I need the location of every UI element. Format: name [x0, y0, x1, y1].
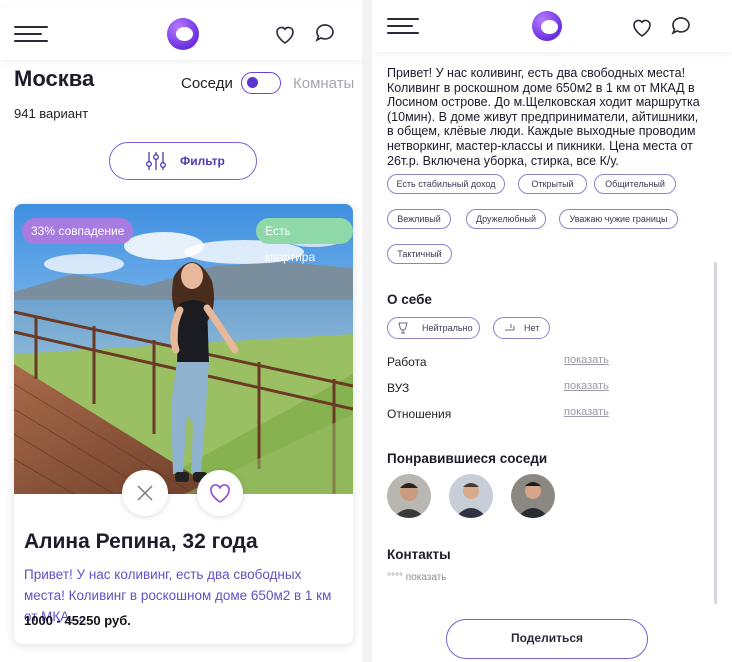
show-university-link[interactable]: показать [564, 380, 609, 392]
filter-button[interactable]: Фильтр [109, 142, 257, 180]
profile-full-description: Привет! У нас коливинг, есть два свободн… [387, 66, 700, 168]
alcohol-chip: Нейтрально [387, 317, 480, 339]
show-work-link[interactable]: показать [564, 354, 609, 366]
results-count: 941 вариант [14, 106, 89, 121]
contacts-title: Контакты [387, 547, 451, 562]
about-title: О себе [387, 292, 432, 307]
profile-price: 1000 - 45250 руб. [24, 613, 131, 628]
profile-card[interactable]: 33% совпадение Есть квартира Алина Репин… [14, 204, 353, 644]
filter-sliders-icon [146, 152, 166, 170]
filter-label: Фильтр [180, 154, 225, 168]
heart-icon [210, 484, 230, 503]
tag-chip: Тактичный [387, 244, 452, 264]
profile-details-screen: Привет! У нас коливинг, есть два свободн… [372, 0, 732, 662]
tag-chip: Общительный [594, 174, 676, 194]
tag-chip: Вежливый [387, 209, 451, 229]
avatar[interactable] [449, 474, 493, 518]
avatar[interactable] [387, 474, 431, 518]
chat-icon[interactable] [669, 14, 693, 38]
row-label: Работа [387, 355, 427, 369]
like-button[interactable] [197, 470, 243, 516]
toggle-rooms-label[interactable]: Комнаты [293, 75, 354, 92]
liked-neighbours-title: Понравившиеся соседи [387, 451, 548, 466]
share-button[interactable]: Поделиться [446, 619, 648, 659]
tag-chip: Уважаю чужие границы [559, 209, 678, 229]
toggle-neighbours-label[interactable]: Соседи [181, 75, 233, 92]
menu-icon[interactable] [14, 26, 48, 48]
match-badge: 33% совпадение [22, 218, 134, 244]
apartment-badge: Есть квартира [256, 218, 353, 264]
logo[interactable] [532, 11, 562, 41]
heart-icon[interactable] [630, 15, 654, 39]
tag-chip: Есть стабильный доход [387, 174, 505, 194]
smoking-label: Нет [524, 323, 540, 333]
app-header [0, 8, 362, 60]
cigarette-icon [505, 324, 515, 331]
glass-icon [398, 322, 408, 334]
tag-chip: Дружелюбный [466, 209, 546, 229]
dislike-button[interactable] [122, 470, 168, 516]
smoking-chip: Нет [493, 317, 550, 339]
neighbours-rooms-toggle[interactable] [241, 72, 281, 94]
app-header [372, 0, 732, 52]
avatar[interactable] [511, 474, 555, 518]
chat-icon[interactable] [313, 21, 337, 45]
profile-name: Алина Репина, 32 года [24, 530, 258, 553]
alcohol-label: Нейтрально [422, 323, 473, 333]
scrollbar[interactable] [714, 262, 717, 604]
close-icon [137, 485, 153, 501]
row-label: ВУЗ [387, 381, 410, 395]
neighbours-list-screen: Москва 941 вариант Соседи Комнаты Фильтр [0, 0, 362, 662]
contacts-show-link[interactable]: °°°° показать [387, 572, 447, 583]
tag-chip: Открытый [518, 174, 587, 194]
row-label: Отношения [387, 407, 452, 421]
heart-icon[interactable] [273, 22, 297, 46]
show-relationship-link[interactable]: показать [564, 406, 609, 418]
city-title: Москва [14, 66, 95, 91]
screens-divider [362, 0, 372, 662]
logo[interactable] [167, 18, 199, 50]
menu-icon[interactable] [387, 18, 421, 40]
